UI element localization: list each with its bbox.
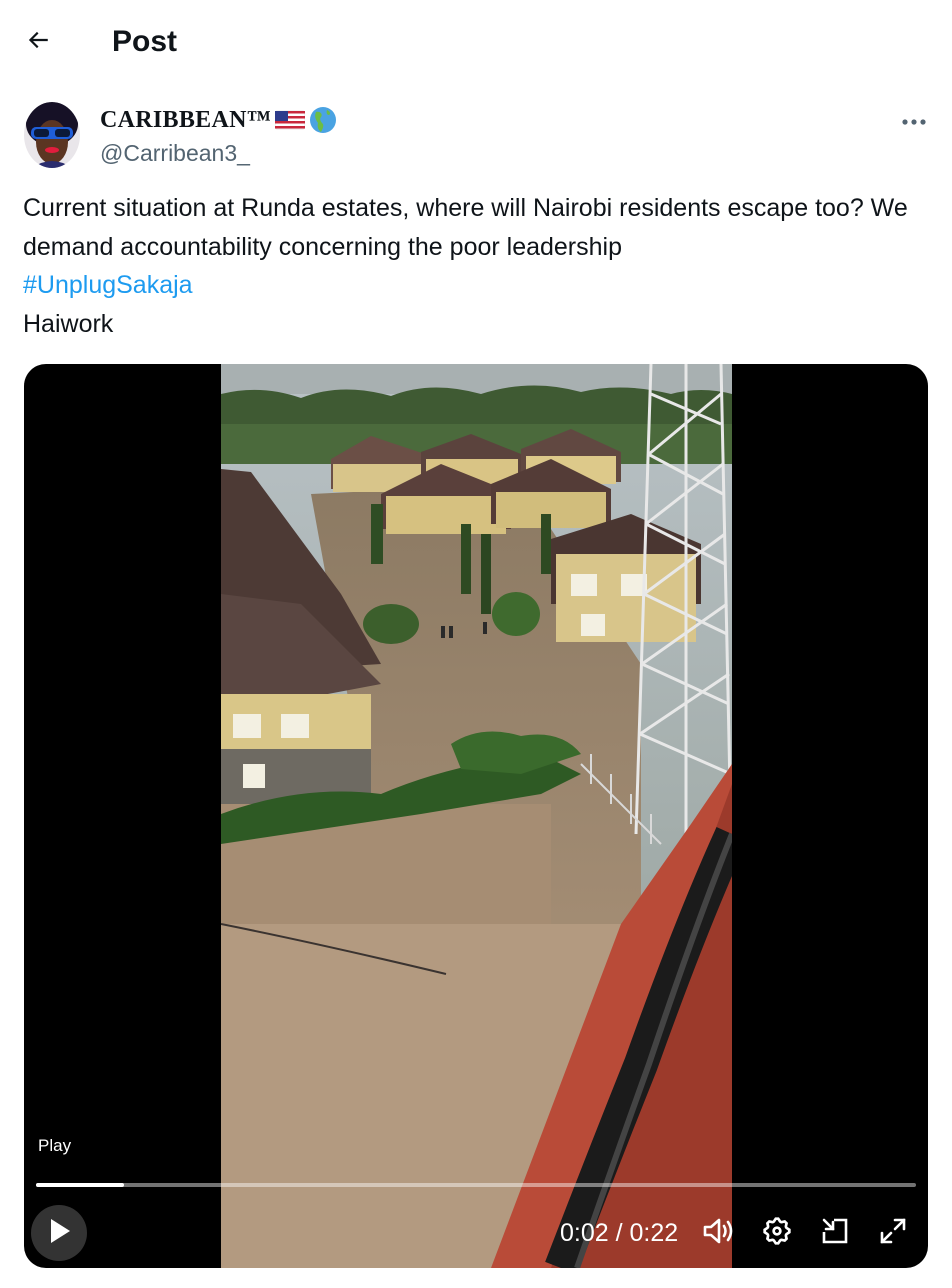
fullscreen-button[interactable] bbox=[874, 1214, 912, 1252]
fullscreen-icon bbox=[878, 1216, 908, 1251]
more-horizontal-icon bbox=[901, 113, 927, 131]
video-progress-bar[interactable] bbox=[36, 1183, 916, 1187]
us-flag-icon bbox=[275, 109, 306, 131]
hashtag-link[interactable]: #UnplugSakaja bbox=[23, 271, 193, 299]
display-name-text: CARIBBEAN™ bbox=[100, 107, 272, 133]
video-progress-fill bbox=[36, 1183, 124, 1187]
play-tooltip: Play bbox=[38, 1136, 72, 1155]
globe-americas-icon bbox=[309, 106, 337, 134]
page-title: Post bbox=[112, 25, 178, 58]
settings-button[interactable] bbox=[758, 1214, 796, 1252]
back-button[interactable] bbox=[16, 22, 60, 62]
arrow-left-icon bbox=[25, 27, 51, 58]
tweet-body-text-2: Haiwork bbox=[23, 309, 114, 338]
play-button[interactable] bbox=[31, 1205, 87, 1261]
picture-in-picture-button[interactable] bbox=[816, 1214, 854, 1252]
post-header: Post bbox=[0, 0, 952, 84]
author-display-name[interactable]: CARIBBEAN™ bbox=[100, 104, 337, 136]
play-icon bbox=[46, 1217, 72, 1250]
author-row: CARIBBEAN™ @Carribean3_ bbox=[24, 102, 934, 172]
author-handle[interactable]: @Carribean3_ bbox=[100, 138, 250, 168]
settings-icon bbox=[761, 1215, 793, 1252]
tweet-text: Current situation at Runda estates, wher… bbox=[23, 189, 923, 343]
picture-in-picture-icon bbox=[820, 1216, 850, 1251]
video-time-readout: 0:02 / 0:22 bbox=[560, 1219, 679, 1247]
tweet-body-text: Current situation at Runda estates, wher… bbox=[23, 194, 908, 261]
volume-button[interactable] bbox=[700, 1214, 738, 1252]
volume-icon bbox=[702, 1216, 736, 1251]
video-frame[interactable] bbox=[221, 364, 732, 1268]
avatar[interactable] bbox=[24, 102, 80, 168]
more-options-button[interactable] bbox=[894, 104, 934, 140]
video-player[interactable]: Play 0:02 / 0:22 bbox=[24, 364, 928, 1268]
flood-scene-image bbox=[221, 364, 732, 1268]
